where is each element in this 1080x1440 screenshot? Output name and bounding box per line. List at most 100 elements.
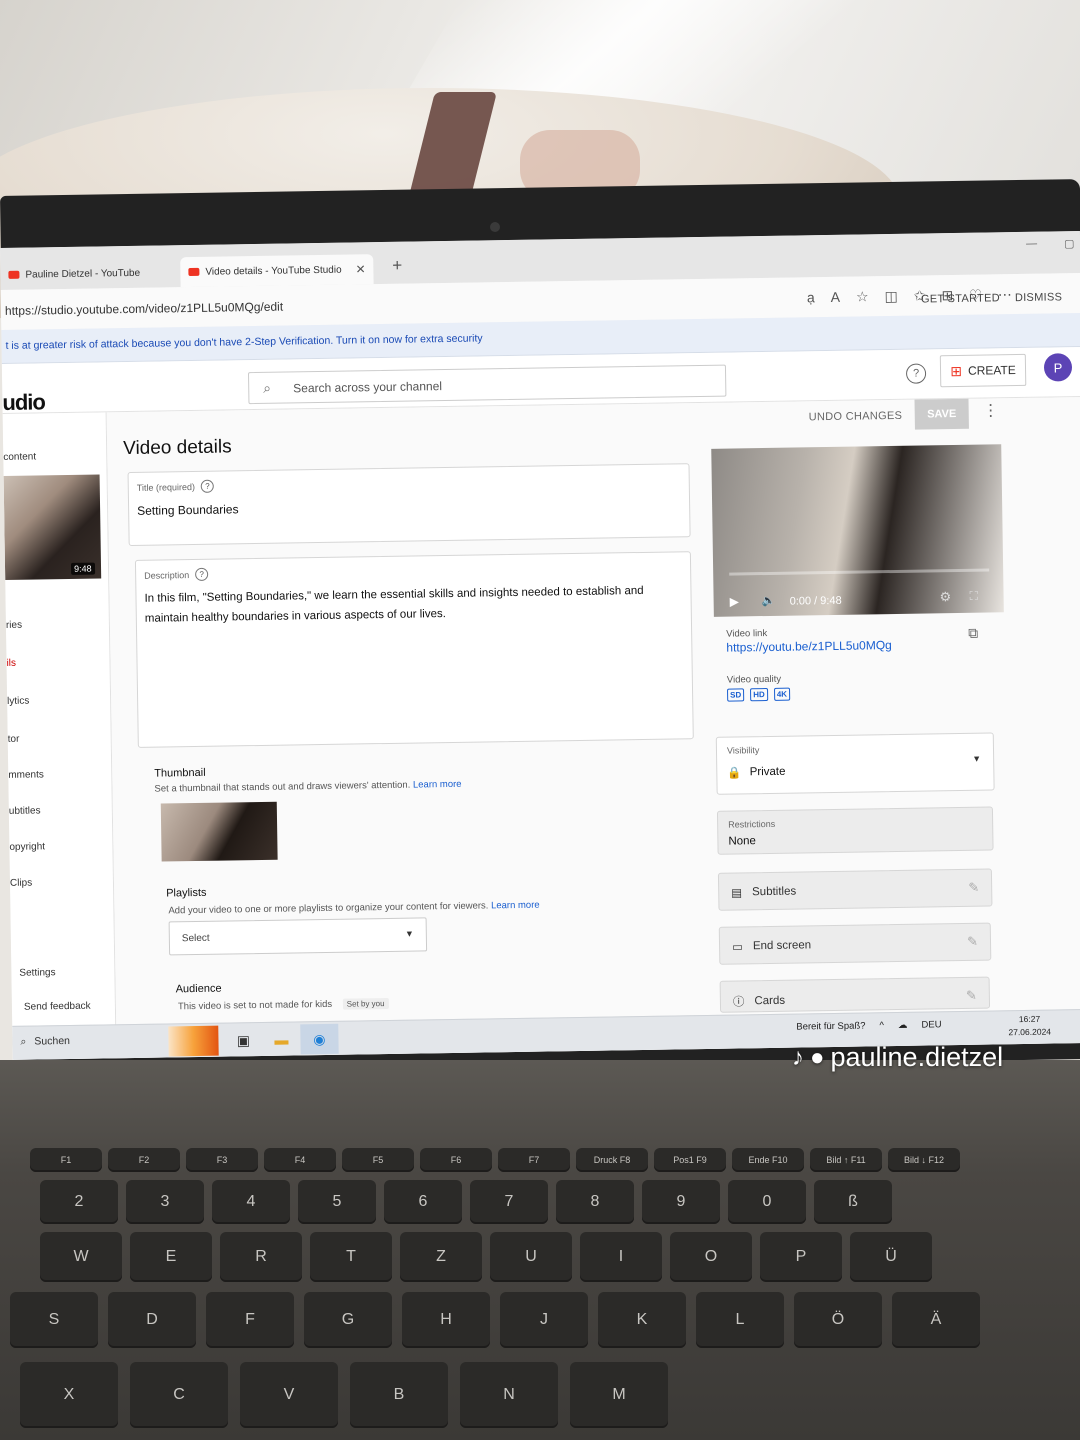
keyboard-key[interactable]: F5 — [342, 1148, 414, 1172]
keyboard-key[interactable]: Z — [400, 1232, 482, 1282]
keyboard-key[interactable]: 2 — [40, 1180, 118, 1224]
description-value[interactable]: In this film, "Setting Boundaries," we l… — [144, 580, 681, 628]
title-field[interactable]: Title (required) ? Setting Boundaries — [127, 463, 691, 547]
keyboard-key[interactable]: M — [570, 1362, 668, 1428]
thumbnail-image[interactable] — [160, 801, 278, 862]
keyboard-key[interactable]: I — [580, 1232, 662, 1282]
keyboard-key[interactable]: L — [696, 1292, 784, 1348]
notification-text[interactable]: Bereit für Spaß? — [796, 1021, 865, 1033]
progress-bar[interactable] — [729, 568, 990, 576]
sidebar-item-settings[interactable]: Settings — [19, 967, 55, 979]
video-player[interactable]: ▶ 🔈 0:00 / 9:48 ⚙ ⛶ — [711, 444, 1004, 617]
sidebar-item-comments[interactable]: mments — [8, 769, 44, 781]
pencil-icon[interactable]: ✎ — [967, 934, 978, 950]
keyboard-key[interactable]: P — [760, 1232, 842, 1282]
keyboard-key[interactable]: 7 — [470, 1180, 548, 1224]
pencil-icon[interactable]: ✎ — [966, 988, 977, 1004]
sidebar-item-analytics[interactable]: lytics — [7, 696, 29, 707]
keyboard-key[interactable]: X — [20, 1362, 118, 1428]
keyboard-key[interactable]: F4 — [264, 1148, 336, 1172]
keyboard-key[interactable]: C — [130, 1362, 228, 1428]
copy-icon[interactable]: ⧉ — [968, 625, 978, 642]
save-button[interactable]: SAVE — [914, 398, 969, 430]
keyboard-key[interactable]: N — [460, 1362, 558, 1428]
keyboard-key[interactable]: F7 — [498, 1148, 570, 1172]
keyboard-key[interactable]: O — [670, 1232, 752, 1282]
edge-icon[interactable]: ◉ — [300, 1023, 339, 1055]
studio-logo[interactable]: udio — [2, 389, 45, 416]
sidebar-item-feedback[interactable]: Send feedback — [24, 1001, 91, 1013]
undo-changes-button[interactable]: UNDO CHANGES — [809, 410, 903, 423]
taskbar-clock[interactable]: 16:27 27.06.2024 — [1008, 1013, 1051, 1040]
file-explorer-icon[interactable]: ▬ — [262, 1024, 300, 1055]
language-indicator[interactable]: DEU — [921, 1019, 941, 1030]
keyboard-key[interactable]: 6 — [384, 1180, 462, 1224]
sidebar-item-content[interactable]: content — [3, 451, 36, 463]
keyboard-key[interactable]: 4 — [212, 1180, 290, 1224]
keyboard-key[interactable]: 9 — [642, 1180, 720, 1224]
minimize-icon[interactable]: — — [1026, 238, 1037, 250]
keyboard-key[interactable]: F6 — [420, 1148, 492, 1172]
keyboard-key[interactable]: R — [220, 1232, 302, 1282]
keyboard-key[interactable]: Ü — [850, 1232, 932, 1282]
keyboard-key[interactable]: 5 — [298, 1180, 376, 1224]
cloud-icon[interactable]: ☁ — [898, 1020, 908, 1031]
play-icon[interactable]: ▶ — [730, 594, 739, 608]
keyboard-key[interactable]: T — [310, 1232, 392, 1282]
subtitles-row[interactable]: ▤ Subtitles ✎ — [717, 868, 993, 911]
chevron-up-icon[interactable]: ^ — [879, 1020, 884, 1031]
sidebar-item-details[interactable]: ils — [6, 658, 16, 669]
split-screen-icon[interactable]: ◫ — [884, 288, 897, 305]
keyboard-key[interactable]: U — [490, 1232, 572, 1282]
keyboard-key[interactable]: Ö — [794, 1292, 882, 1348]
keyboard-key[interactable]: 0 — [728, 1180, 806, 1224]
gear-icon[interactable]: ⚙ — [939, 589, 951, 605]
keyboard-key[interactable]: J — [500, 1292, 588, 1348]
keyboard-key[interactable]: Druck F8 — [576, 1148, 648, 1172]
help-icon[interactable]: ? — [195, 567, 209, 581]
keyboard-key[interactable]: F — [206, 1292, 294, 1348]
volume-icon[interactable]: 🔈 — [762, 594, 776, 607]
sidebar-item-copyright[interactable]: opyright — [9, 841, 45, 853]
keyboard-key[interactable]: F3 — [186, 1148, 258, 1172]
fullscreen-icon[interactable]: ⛶ — [969, 589, 978, 604]
title-value[interactable]: Setting Boundaries — [137, 499, 239, 521]
keyboard-key[interactable]: Ende F10 — [732, 1148, 804, 1172]
video-link[interactable]: https://youtu.be/z1PLL5u0MQg — [726, 638, 892, 655]
end-screen-row[interactable]: ▭ End screen ✎ — [718, 922, 992, 965]
restore-icon[interactable]: ▢ — [1064, 237, 1075, 250]
keyboard-key[interactable]: F1 — [30, 1148, 102, 1172]
tab-video-details[interactable]: Video details - YouTube Studio ✕ — [180, 254, 374, 288]
playlist-select[interactable]: Select ▼ — [168, 917, 428, 956]
dismiss-button[interactable]: DISMISS — [1015, 291, 1063, 304]
read-aloud-icon[interactable]: A — [831, 289, 841, 306]
keyboard-key[interactable]: E — [130, 1232, 212, 1282]
keyboard-key[interactable]: 8 — [556, 1180, 634, 1224]
taskbar-search[interactable]: ⌕ Suchen — [20, 1035, 70, 1049]
sidebar-item-stories[interactable]: ries — [6, 620, 22, 631]
keyboard-key[interactable]: K — [598, 1292, 686, 1348]
help-icon[interactable]: ? — [200, 479, 215, 493]
star-icon[interactable]: ☆ — [856, 288, 869, 305]
keyboard-key[interactable]: B — [350, 1362, 448, 1428]
sidebar-item-clips[interactable]: Clips — [10, 878, 32, 889]
banner-text[interactable]: t is at greater risk of attack because y… — [5, 332, 482, 351]
pencil-icon[interactable]: ✎ — [968, 880, 979, 896]
get-started-button[interactable]: GET STARTED — [921, 292, 1000, 305]
keyboard-key[interactable]: ß — [814, 1180, 892, 1224]
sidebar-item-editor[interactable]: tor — [8, 734, 20, 745]
keyboard-key[interactable]: G — [304, 1292, 392, 1348]
keyboard-key[interactable]: H — [402, 1292, 490, 1348]
new-tab-icon[interactable]: + — [392, 256, 402, 276]
keyboard-key[interactable]: S — [10, 1292, 98, 1348]
keyboard-key[interactable]: W — [40, 1232, 122, 1282]
description-field[interactable]: Description ? In this film, "Setting Bou… — [134, 551, 694, 748]
more-options-icon[interactable]: ⋮ — [983, 400, 999, 420]
cards-row[interactable]: ⓘ Cards ✎ — [719, 976, 991, 1013]
tab-channel[interactable]: Pauline Dietzel - YouTube ✕ — [0, 257, 198, 290]
learn-more-link[interactable]: Learn more — [413, 779, 462, 791]
keyboard-key[interactable]: V — [240, 1362, 338, 1428]
learn-more-link[interactable]: Learn more — [491, 900, 540, 912]
visibility-dropdown[interactable]: Visibility 🔒 Private ▼ — [715, 732, 995, 795]
keyboard-key[interactable]: D — [108, 1292, 196, 1348]
